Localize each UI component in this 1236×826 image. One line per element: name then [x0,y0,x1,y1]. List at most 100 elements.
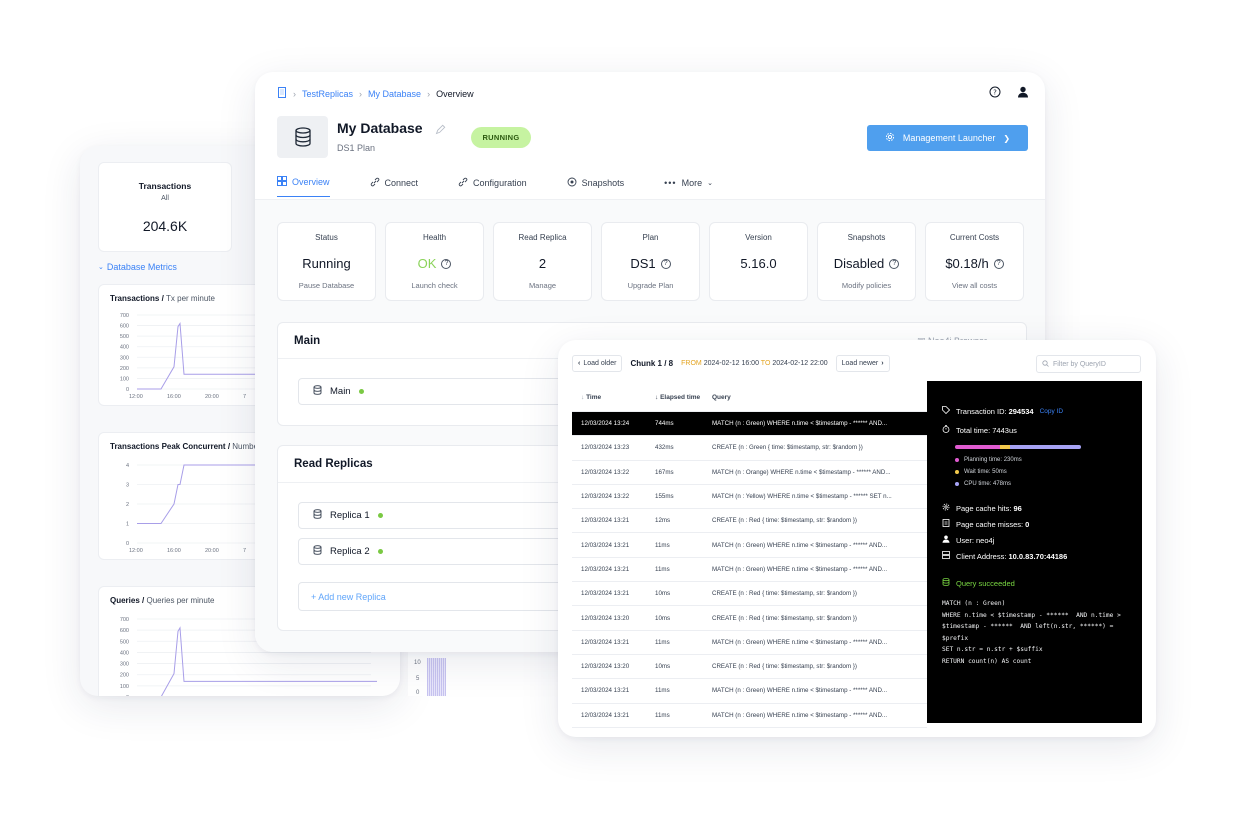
database-icon [313,385,322,398]
tab-overview[interactable]: Overview [277,176,330,197]
info-icon[interactable]: ? [660,258,671,269]
y-tick-label: 700 [120,313,129,319]
page-cache-misses-line: Page cache misses: 0 [942,519,1029,529]
database-metrics-toggle[interactable]: ⌄ Database Metrics [98,262,177,272]
manage-link[interactable]: Manage [494,281,591,290]
modify-policies-link[interactable]: Modify policies [818,281,915,290]
column-elapsed-time[interactable]: ↓ Elapsed time [645,394,706,401]
tab-snapshots[interactable]: Snapshots [567,176,624,197]
x-tick-label: 20:00 [205,394,219,400]
svg-text:?: ? [993,89,997,97]
table-row[interactable]: 12/03/2024 13:21 11ms MATCH (n : Green) WH… [572,679,927,704]
info-icon[interactable]: ? [993,258,1004,269]
cpu-dot [955,482,959,486]
database-success-icon [942,578,950,588]
column-query[interactable]: Query [706,394,927,401]
x-tick-label: 20:00 [205,548,219,554]
cypher-query-text: MATCH (n : Green) WHERE n.time < $timest… [942,600,1121,665]
y-tick-label: 600 [120,628,129,634]
breadcrumb-database[interactable]: My Database [368,89,421,99]
y-tick-label: 400 [120,650,129,656]
table-row[interactable]: 12/03/2024 13:21 12ms CREATE (n : Red { ti… [572,509,927,534]
to-value: 2024-02-12 22:00 [772,360,828,367]
row-elapsed: 432ms [655,444,674,452]
x-tick-label: 7 [243,548,246,554]
pause-database-link[interactable]: Pause Database [278,281,375,290]
help-icon[interactable]: ? [989,85,1001,103]
load-older-button[interactable]: ‹ Load older [572,355,623,372]
planning-segment [955,445,1001,449]
tab-label: Overview [292,177,330,187]
load-newer-button[interactable]: Load newer › [835,355,890,372]
building-icon[interactable] [277,87,287,100]
tag-icon [942,406,951,416]
row-elapsed: 12ms [655,517,671,525]
breadcrumb-project[interactable]: TestReplicas [302,89,353,99]
snapshot-icon [567,177,577,189]
tab-connect[interactable]: Connect [370,176,418,197]
breadcrumb-current: Overview [436,88,474,99]
tab-more[interactable]: ••• More ⌄ [664,176,713,197]
row-time: 12/03/2024 13:21 [581,590,630,598]
table-row[interactable]: 12/03/2024 13:21 10ms CREATE (n : Red { ti… [572,582,927,607]
chevron-right-icon: › [427,88,431,99]
stat-current-costs: Current Costs $0.18/h? View all costs [925,222,1024,301]
copy-id-link[interactable]: Copy ID [1040,408,1063,415]
edit-pencil-icon[interactable] [435,122,446,140]
table-row[interactable]: 12/03/2024 13:20 10ms CREATE (n : Red { ti… [572,655,927,680]
total-time-line: Total time: 7443us [942,425,1017,435]
info-icon[interactable]: ? [441,258,452,269]
stats-row: Status Running Pause Database Health OK?… [277,222,1024,301]
status-badge: RUNNING [471,127,531,148]
stat-value: OK? [386,256,483,271]
replica-row[interactable]: Replica 1 [298,502,598,529]
transactions-tile: Transactions All 204.6K [98,162,232,252]
table-row[interactable]: 12/03/2024 13:21 11ms MATCH (n : Green) WH… [572,558,927,583]
y-tick-label: 100 [120,376,129,382]
tab-configuration[interactable]: Configuration [458,176,527,197]
row-query: MATCH (n : Green) WHERE n.time < $timest… [712,420,888,428]
filter-by-queryid-input[interactable]: Filter by QueryID [1036,355,1141,373]
stat-value: DS1? [602,256,699,271]
table-row[interactable]: 12/03/2024 13:21 11ms MATCH (n : Green) WH… [572,533,927,558]
user-line: User: neo4j [942,535,994,545]
upgrade-plan-link[interactable]: Upgrade Plan [602,281,699,290]
row-time: 12/03/2024 13:20 [581,614,630,622]
management-launcher-button[interactable]: Management Launcher ❯ [867,125,1028,151]
row-elapsed: 10ms [655,590,671,598]
planning-dot [955,458,959,462]
table-row[interactable]: 12/03/2024 13:22 155ms MATCH (n : Yellow) … [572,485,927,510]
replica-row[interactable]: Replica 2 [298,538,598,565]
tab-bar: Overview Connect Configuration Snapshots… [277,176,753,197]
main-instance-row[interactable]: Main [298,378,598,405]
y-tick-label: 0 [126,541,129,547]
user-icon[interactable] [1017,85,1029,103]
view-all-costs-link[interactable]: View all costs [926,281,1023,290]
x-tick-label: 16:00 [167,394,181,400]
table-row[interactable]: 12/03/2024 13:23 432ms CREATE (n : Green {… [572,436,927,461]
tx-id: 294534 [1008,406,1034,416]
table-row[interactable]: 12/03/2024 13:21 11ms MATCH (n : Green) WH… [572,704,927,728]
stat-label: Read Replica [518,233,567,242]
y-tick-label: 0 [126,387,129,393]
launch-check-link[interactable]: Launch check [386,281,483,290]
tick-label: 5 [416,676,420,682]
stat-read-replica: Read Replica 2 Manage [493,222,592,301]
add-new-replica-button[interactable]: + Add new Replica [298,582,598,611]
query-detail-panel: Transaction ID: 294534 Copy ID Total time… [927,381,1142,723]
row-time: 12/03/2024 13:21 [581,541,630,549]
info-icon[interactable]: ? [889,258,900,269]
column-time[interactable]: ↓ Time [572,394,645,401]
table-row[interactable]: 12/03/2024 13:24 744ms MATCH (n : Green) W… [572,412,927,437]
user-icon [942,535,950,545]
row-query: CREATE (n : Red { time: $timestamp, str:… [712,614,857,622]
wait-segment [1000,445,1011,449]
stat-health: Health OK? Launch check [385,222,484,301]
table-row[interactable]: 12/03/2024 13:22 167ms MATCH (n : Orange) … [572,461,927,485]
row-elapsed: 10ms [655,614,671,622]
tile-title: Transactions [138,181,192,191]
row-time: 12/03/2024 13:21 [581,687,630,695]
table-row[interactable]: 12/03/2024 13:20 10ms CREATE (n : Red { ti… [572,606,927,631]
table-row[interactable]: 12/03/2024 13:21 11ms MATCH (n : Green) WH… [572,631,927,655]
load-newer-label: Load newer [841,360,879,367]
